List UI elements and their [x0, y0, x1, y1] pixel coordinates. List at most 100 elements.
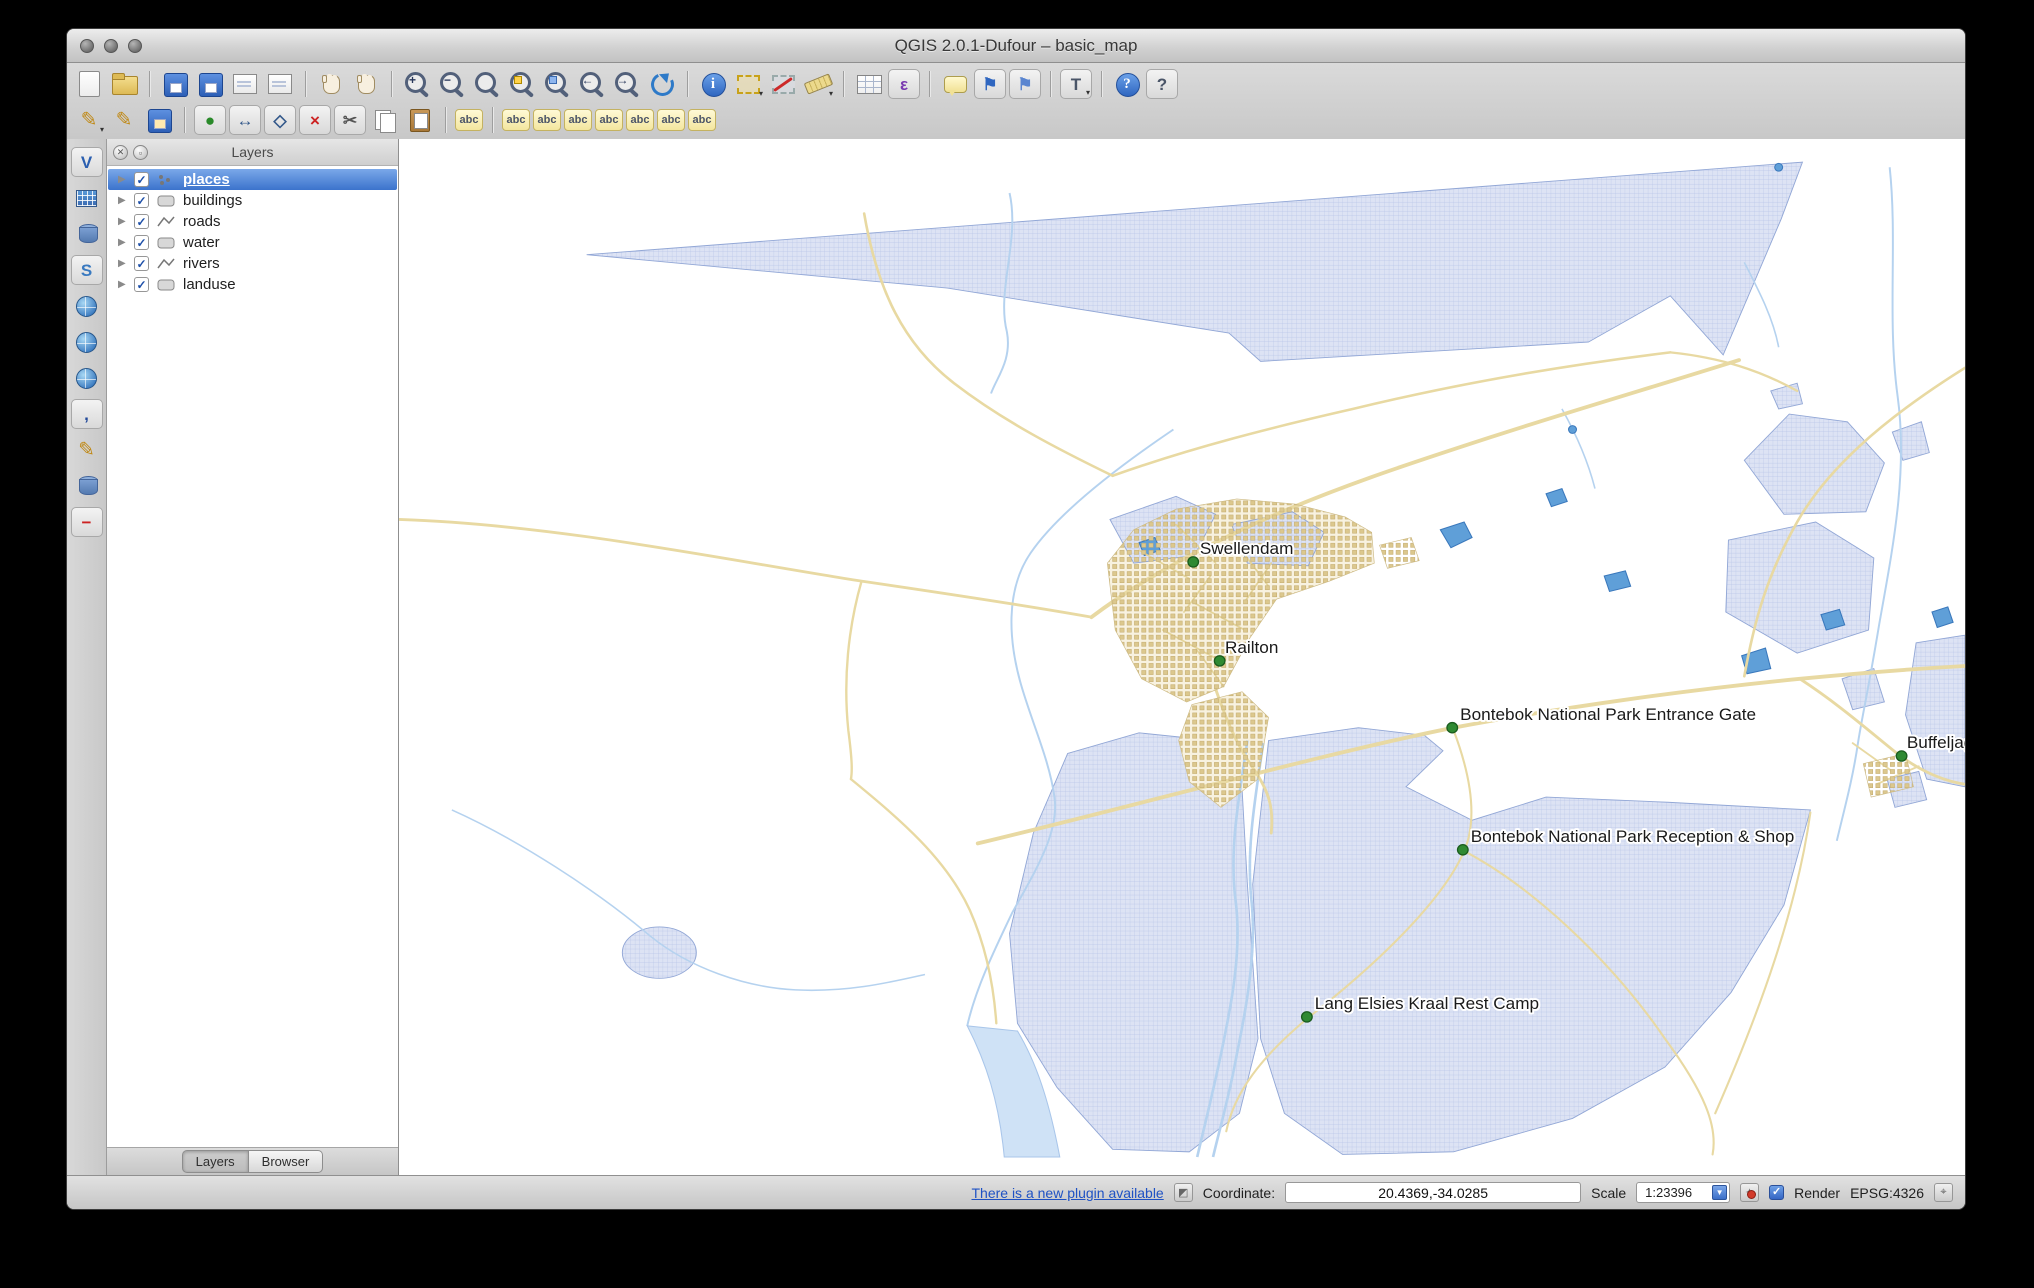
add-feature-icon[interactable]: ●	[194, 105, 226, 135]
pin-labels-icon[interactable]: abc	[502, 109, 530, 131]
layer-item-rivers[interactable]: ▶ ✓ rivers	[108, 253, 397, 274]
coordinate-input[interactable]	[1285, 1182, 1582, 1203]
show-hide-labels-icon[interactable]: abc	[657, 109, 685, 131]
expand-arrow-icon[interactable]: ▶	[118, 258, 128, 269]
crs-projector-icon[interactable]: ⌖	[1934, 1183, 1953, 1202]
tab-browser[interactable]: Browser	[248, 1150, 324, 1173]
new-project-icon[interactable]	[73, 69, 105, 99]
copy-features-icon[interactable]	[369, 105, 401, 135]
deselect-features-icon[interactable]	[767, 69, 799, 99]
layer-visibility-checkbox[interactable]: ✓	[134, 172, 149, 187]
stop-rendering-icon[interactable]: ✦	[1740, 1183, 1760, 1202]
move-feature-icon[interactable]: ↔	[229, 105, 261, 135]
add-wms-layer-icon[interactable]	[71, 291, 103, 321]
expand-arrow-icon[interactable]: ▶	[118, 279, 128, 290]
layer-item-places[interactable]: ▶ ✓ places	[108, 169, 397, 190]
save-project-icon[interactable]	[159, 69, 191, 99]
select-features-icon[interactable]: ▾	[732, 69, 764, 99]
add-spatialite-layer-icon[interactable]: S	[70, 255, 103, 285]
change-label-icon[interactable]: abc	[626, 109, 654, 131]
highlight-pinned-labels-icon[interactable]: abc	[533, 109, 561, 131]
zoom-last-icon[interactable]: ←	[576, 69, 608, 99]
window-controls	[80, 39, 142, 53]
annotation-text-icon[interactable]: T ▾	[1060, 69, 1092, 99]
zoom-to-layer-icon[interactable]	[541, 69, 573, 99]
expand-arrow-icon[interactable]: ▶	[118, 237, 128, 248]
zoom-next-icon[interactable]: →	[611, 69, 643, 99]
current-edits-dropdown-icon[interactable]: ▾	[100, 125, 104, 134]
current-edits-icon[interactable]: ✎ ▾	[73, 105, 105, 135]
layer-item-water[interactable]: ▶ ✓ water	[108, 232, 397, 253]
toolbar-separator	[391, 71, 392, 97]
scale-combobox[interactable]: 1:23396 ▼	[1636, 1182, 1731, 1203]
layer-item-landuse[interactable]: ▶ ✓ landuse	[108, 274, 397, 295]
window-titlebar[interactable]: QGIS 2.0.1-Dufour – basic_map	[67, 29, 1965, 63]
expand-arrow-icon[interactable]: ▶	[118, 195, 128, 206]
pan-map-icon[interactable]	[315, 69, 347, 99]
measure-icon[interactable]: ▾	[802, 69, 834, 99]
delete-selected-icon[interactable]: ×	[299, 105, 331, 135]
add-wfs-layer-icon[interactable]	[71, 363, 103, 393]
rotate-label-icon[interactable]: abc	[595, 109, 623, 131]
panel-detach-icon[interactable]: ▫	[133, 145, 148, 160]
layer-visibility-checkbox[interactable]: ✓	[134, 235, 149, 250]
new-print-composer-icon[interactable]	[229, 69, 261, 99]
chevron-down-icon[interactable]: ▼	[1712, 1185, 1728, 1200]
open-attribute-table-icon[interactable]	[853, 69, 885, 99]
close-button[interactable]	[80, 39, 94, 53]
layer-visibility-checkbox[interactable]: ✓	[134, 277, 149, 292]
expand-arrow-icon[interactable]: ▶	[118, 174, 128, 185]
add-wcs-layer-icon[interactable]	[71, 327, 103, 357]
layer-visibility-checkbox[interactable]: ✓	[134, 256, 149, 271]
identify-features-icon[interactable]: i	[697, 69, 729, 99]
zoom-in-icon[interactable]: +	[401, 69, 433, 99]
layers-panel-header[interactable]: ✕ ▫ Layers	[107, 139, 398, 166]
expand-arrow-icon[interactable]: ▶	[118, 216, 128, 227]
field-calculator-icon[interactable]: ε	[888, 69, 920, 99]
render-checkbox[interactable]: ✓	[1769, 1185, 1785, 1200]
add-delimited-text-layer-icon[interactable]: ,	[70, 399, 103, 429]
select-features-dropdown-icon[interactable]: ▾	[759, 89, 763, 98]
add-raster-layer-icon[interactable]	[71, 183, 103, 213]
pan-to-selection-icon[interactable]	[350, 69, 382, 99]
new-bookmark-icon[interactable]: ⚑	[974, 69, 1006, 99]
move-label-icon[interactable]: abc	[564, 109, 592, 131]
layer-item-roads[interactable]: ▶ ✓ roads	[108, 211, 397, 232]
whats-this-icon[interactable]: ?	[1146, 69, 1178, 99]
map-canvas[interactable]: Swellendam Railton Bontebok National Park …	[399, 139, 1965, 1175]
show-bookmarks-icon[interactable]: ⚑	[1009, 69, 1041, 99]
refresh-map-icon[interactable]	[646, 69, 678, 99]
labeling-options-icon[interactable]: abc	[455, 109, 483, 131]
help-contents-icon[interactable]: ?	[1111, 69, 1143, 99]
zoom-button[interactable]	[128, 39, 142, 53]
add-vector-layer-icon[interactable]: V	[70, 147, 103, 177]
annotation-text-dropdown-icon[interactable]: ▾	[1086, 88, 1090, 97]
open-project-icon[interactable]	[108, 69, 140, 99]
composer-manager-icon[interactable]	[264, 69, 296, 99]
add-oracle-layer-icon[interactable]	[71, 471, 103, 501]
layer-visibility-checkbox[interactable]: ✓	[134, 193, 149, 208]
panel-close-icon[interactable]: ✕	[113, 145, 128, 160]
pin-labels-glyph: abc	[506, 113, 526, 126]
paste-features-icon[interactable]	[404, 105, 436, 135]
tab-layers[interactable]: Layers	[181, 1150, 249, 1173]
zoom-out-icon[interactable]: −	[436, 69, 468, 99]
minimize-button[interactable]	[104, 39, 118, 53]
save-layer-edits-icon[interactable]	[143, 105, 175, 135]
new-shapefile-layer-icon[interactable]: ✎	[71, 435, 103, 465]
layer-item-buildings[interactable]: ▶ ✓ buildings	[108, 190, 397, 211]
toggle-editing-icon[interactable]: ✎	[108, 105, 140, 135]
cut-features-icon[interactable]: ✂	[334, 105, 366, 135]
text-annotation-icon[interactable]	[939, 69, 971, 99]
save-project-as-icon[interactable]	[194, 69, 226, 99]
label-properties-icon[interactable]: abc	[688, 109, 716, 131]
measure-dropdown-icon[interactable]: ▾	[829, 89, 833, 98]
plugin-available-link[interactable]: There is a new plugin available	[971, 1185, 1163, 1201]
plugin-icon[interactable]: ◩	[1173, 1183, 1193, 1202]
zoom-to-selection-icon[interactable]	[506, 69, 538, 99]
zoom-full-extent-icon[interactable]	[471, 69, 503, 99]
add-postgis-layer-icon[interactable]	[71, 219, 103, 249]
node-tool-icon[interactable]: ◇	[264, 105, 296, 135]
layer-visibility-checkbox[interactable]: ✓	[134, 214, 149, 229]
remove-layer-icon[interactable]: −	[70, 507, 103, 537]
